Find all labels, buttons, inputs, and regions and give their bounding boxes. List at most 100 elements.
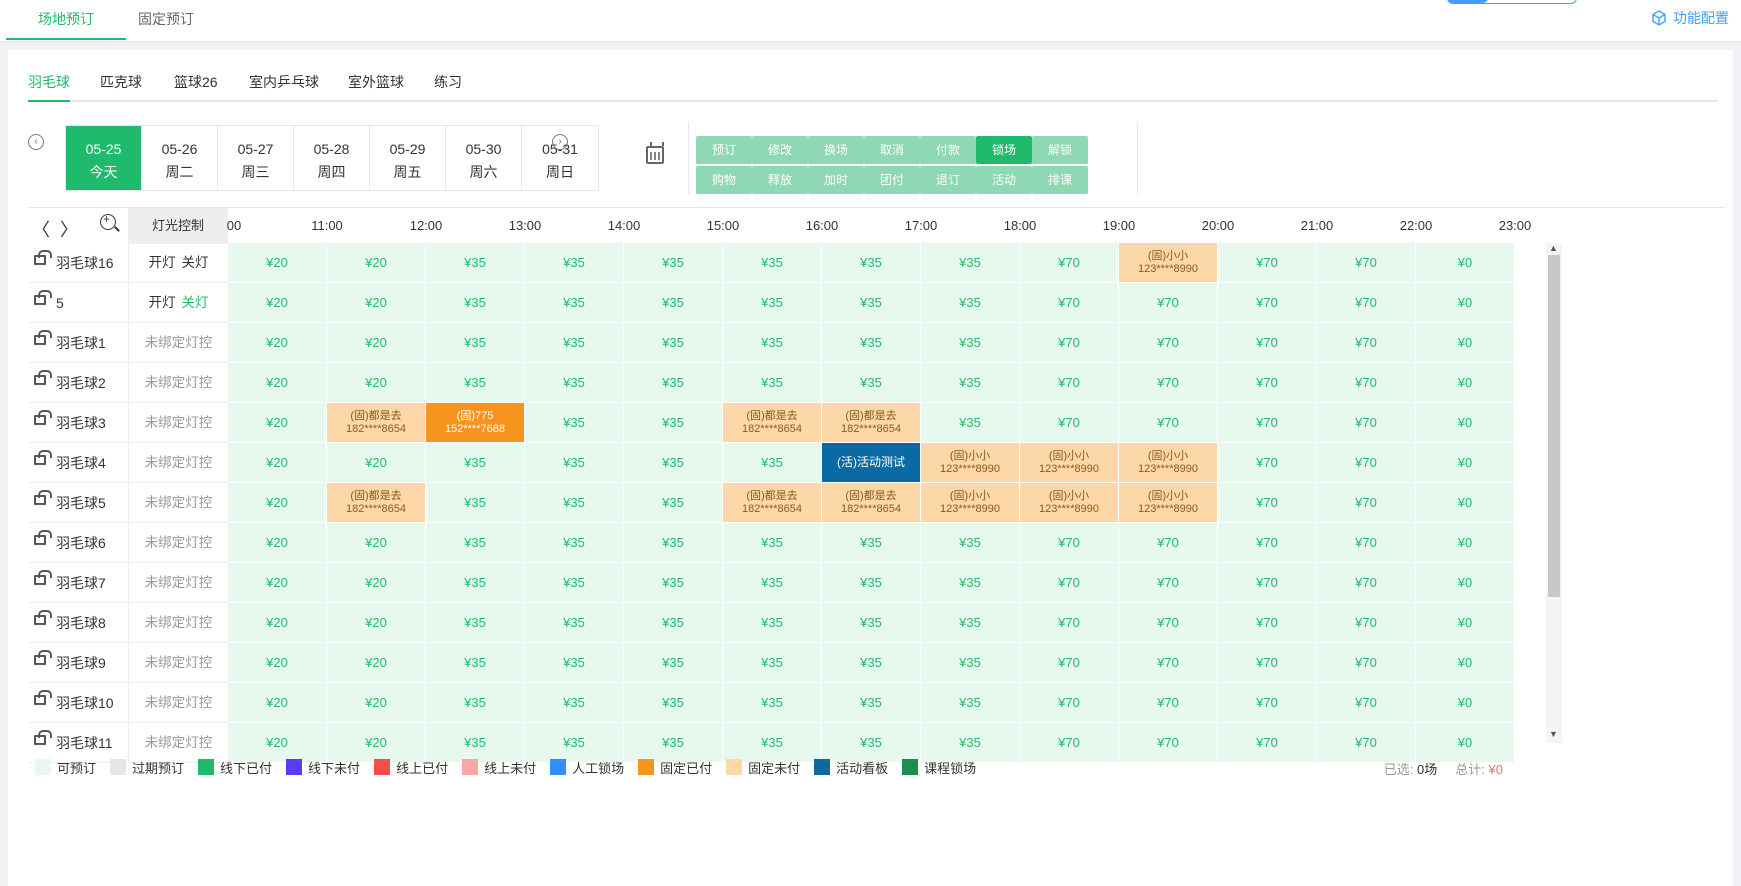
action-button-0-0[interactable]: 预订: [696, 136, 752, 164]
slot-cell[interactable]: ¥70: [1020, 363, 1118, 402]
booking-cell[interactable]: (固)小小 123****8990: [921, 443, 1019, 482]
slot-cell[interactable]: ¥0: [1416, 283, 1514, 322]
slot-cell[interactable]: ¥70: [1119, 323, 1217, 362]
slot-cell[interactable]: ¥70: [1218, 483, 1316, 522]
slot-cell[interactable]: ¥70: [1119, 523, 1217, 562]
slot-cell[interactable]: ¥70: [1317, 723, 1415, 762]
action-button-1-1[interactable]: 释放: [752, 166, 808, 194]
slot-cell[interactable]: ¥35: [822, 563, 920, 602]
slot-cell[interactable]: ¥35: [525, 603, 623, 642]
slot-cell[interactable]: ¥35: [624, 603, 722, 642]
slot-cell[interactable]: ¥35: [525, 363, 623, 402]
lock-icon[interactable]: [34, 370, 52, 385]
date-cell-4[interactable]: 05-29 周五: [370, 126, 446, 190]
booking-cell[interactable]: (固)小小 123****8990: [1020, 443, 1118, 482]
slot-cell[interactable]: ¥20: [228, 443, 326, 482]
slot-cell[interactable]: ¥70: [1218, 603, 1316, 642]
slot-cell[interactable]: ¥70: [1317, 363, 1415, 402]
slot-cell[interactable]: ¥35: [723, 643, 821, 682]
booking-cell[interactable]: (固)小小 123****8990: [921, 483, 1019, 522]
slot-cell[interactable]: ¥20: [228, 563, 326, 602]
lock-icon[interactable]: [34, 730, 52, 745]
slot-cell[interactable]: ¥20: [327, 643, 425, 682]
slot-cell[interactable]: ¥35: [624, 683, 722, 722]
slot-cell[interactable]: ¥20: [228, 323, 326, 362]
slot-cell[interactable]: ¥70: [1119, 723, 1217, 762]
slot-cell[interactable]: ¥0: [1416, 683, 1514, 722]
slot-cell[interactable]: ¥35: [921, 403, 1019, 442]
slot-cell[interactable]: ¥0: [1416, 403, 1514, 442]
lock-icon[interactable]: [34, 490, 52, 505]
sport-tab-4[interactable]: 室外篮球: [348, 62, 404, 102]
slot-cell[interactable]: ¥35: [525, 443, 623, 482]
top-tab-1[interactable]: 固定预订: [106, 0, 226, 40]
slot-cell[interactable]: ¥0: [1416, 723, 1514, 762]
lock-icon[interactable]: [34, 650, 52, 665]
slot-cell[interactable]: ¥35: [822, 323, 920, 362]
slot-cell[interactable]: ¥0: [1416, 323, 1514, 362]
slot-cell[interactable]: ¥70: [1119, 563, 1217, 602]
booking-cell[interactable]: (固)小小 123****8990: [1119, 443, 1217, 482]
slot-cell[interactable]: ¥70: [1020, 523, 1118, 562]
slot-cell[interactable]: ¥70: [1218, 523, 1316, 562]
function-config-button[interactable]: 功能配置: [1651, 8, 1729, 28]
slot-cell[interactable]: ¥35: [822, 683, 920, 722]
slot-cell[interactable]: ¥20: [327, 243, 425, 282]
slot-cell[interactable]: ¥35: [525, 483, 623, 522]
slot-cell[interactable]: ¥35: [822, 603, 920, 642]
slot-cell[interactable]: ¥35: [624, 363, 722, 402]
slot-cell[interactable]: ¥70: [1317, 563, 1415, 602]
booking-cell[interactable]: (固)都是去 182****8654: [822, 483, 920, 522]
lock-icon[interactable]: [34, 690, 52, 705]
slot-cell[interactable]: ¥35: [525, 243, 623, 282]
slot-cell[interactable]: ¥70: [1317, 643, 1415, 682]
slot-cell[interactable]: ¥70: [1317, 283, 1415, 322]
slot-cell[interactable]: ¥35: [624, 643, 722, 682]
slot-cell[interactable]: ¥35: [426, 603, 524, 642]
chevron-right-icon[interactable]: 〉: [60, 216, 78, 242]
slot-cell[interactable]: ¥0: [1416, 523, 1514, 562]
calendar-icon[interactable]: [646, 142, 664, 164]
slot-cell[interactable]: ¥35: [624, 243, 722, 282]
slot-cell[interactable]: ¥70: [1020, 723, 1118, 762]
slot-cell[interactable]: ¥70: [1317, 523, 1415, 562]
slot-cell[interactable]: ¥70: [1317, 603, 1415, 642]
slot-cell[interactable]: ¥70: [1020, 323, 1118, 362]
booking-cell[interactable]: (固)都是去 182****8654: [723, 483, 821, 522]
slot-cell[interactable]: ¥35: [525, 283, 623, 322]
slot-cell[interactable]: ¥35: [624, 283, 722, 322]
slot-cell[interactable]: ¥70: [1218, 403, 1316, 442]
slot-cell[interactable]: ¥35: [426, 363, 524, 402]
booking-cell[interactable]: (固)都是去 182****8654: [723, 403, 821, 442]
slot-cell[interactable]: ¥70: [1218, 443, 1316, 482]
slot-cell[interactable]: ¥35: [921, 603, 1019, 642]
slot-cell[interactable]: ¥35: [822, 643, 920, 682]
slot-cell[interactable]: ¥35: [426, 323, 524, 362]
slot-cell[interactable]: ¥70: [1119, 363, 1217, 402]
slot-cell[interactable]: ¥35: [525, 403, 623, 442]
slot-cell[interactable]: ¥20: [327, 683, 425, 722]
booking-cell[interactable]: (固)都是去 182****8654: [822, 403, 920, 442]
slot-cell[interactable]: ¥70: [1317, 443, 1415, 482]
slot-cell[interactable]: ¥0: [1416, 483, 1514, 522]
slot-cell[interactable]: ¥70: [1218, 283, 1316, 322]
booking-cell[interactable]: (固)都是去 182****8654: [327, 483, 425, 522]
slot-cell[interactable]: ¥70: [1020, 283, 1118, 322]
slot-cell[interactable]: ¥20: [327, 563, 425, 602]
date-cell-3[interactable]: 05-28 周四: [294, 126, 370, 190]
slot-cell[interactable]: ¥70: [1218, 563, 1316, 602]
sport-tab-2[interactable]: 篮球26: [174, 62, 218, 102]
slot-cell[interactable]: ¥20: [228, 403, 326, 442]
sport-tab-0[interactable]: 羽毛球: [28, 62, 70, 102]
slot-cell[interactable]: ¥20: [228, 243, 326, 282]
slot-cell[interactable]: ¥0: [1416, 363, 1514, 402]
next-date-button[interactable]: ›: [552, 134, 568, 150]
date-cell-2[interactable]: 05-27 周三: [218, 126, 294, 190]
slot-cell[interactable]: ¥35: [921, 283, 1019, 322]
slot-cell[interactable]: ¥35: [525, 563, 623, 602]
slot-cell[interactable]: ¥70: [1020, 683, 1118, 722]
slot-cell[interactable]: ¥35: [723, 363, 821, 402]
slot-cell[interactable]: ¥20: [228, 643, 326, 682]
slot-cell[interactable]: ¥70: [1218, 683, 1316, 722]
slot-cell[interactable]: ¥35: [624, 483, 722, 522]
